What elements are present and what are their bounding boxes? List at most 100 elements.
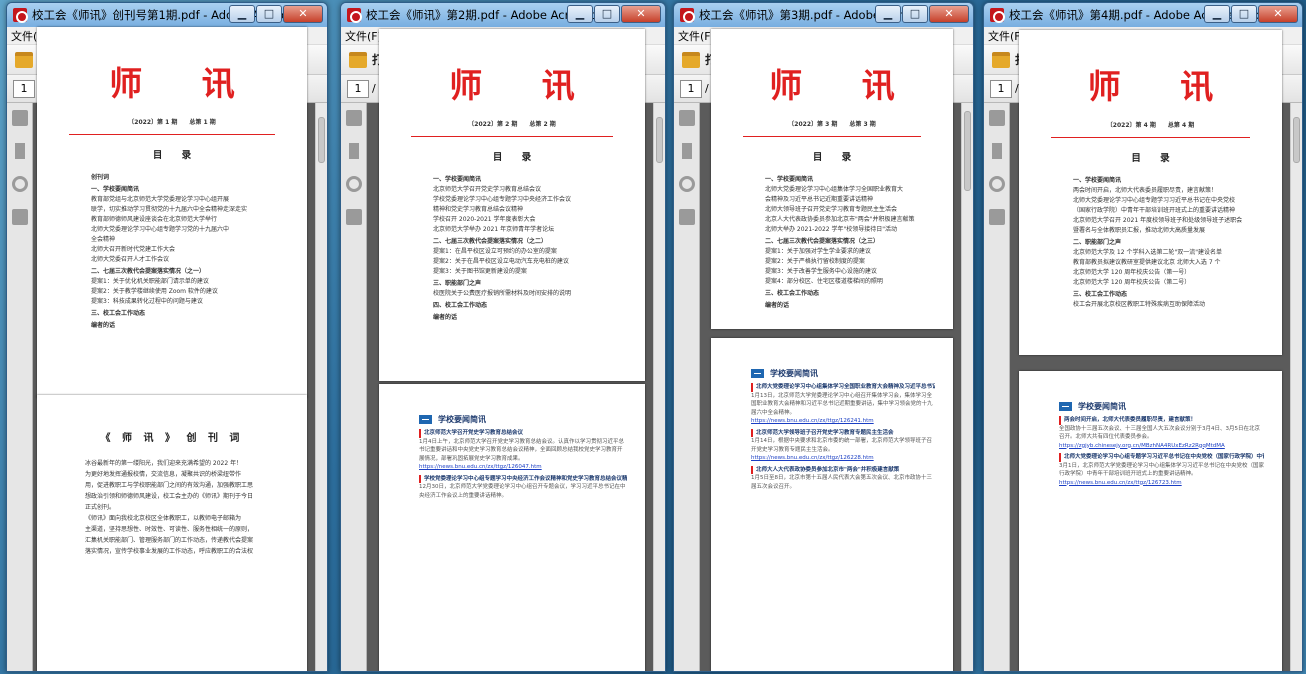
signature-icon[interactable] [678, 209, 695, 225]
news-link[interactable]: https://news.bnu.edu.cn/zx/ttgz/126047.h… [419, 463, 627, 472]
signature-icon[interactable] [988, 209, 1005, 225]
menu-item-0[interactable]: 文件(F) [678, 28, 715, 44]
toc-entry: 校工会开展北京校区教职工特殊疾病互助保障活动 [1073, 301, 1206, 308]
toc-entry: 编者的话 [91, 322, 116, 329]
toc-entry: 三、职能部门之声 [433, 280, 482, 287]
news-link[interactable]: https://zgjyb.chinesejy.org.cn/MBzhNA4RU… [1059, 442, 1264, 451]
toc-entry: 教育部党组与北京师范大学党委理论学习中心组开展 [91, 196, 230, 203]
scrollbar-thumb[interactable] [1293, 117, 1300, 163]
document-area[interactable]: 师 讯 〔2022〕第 1 期 总第 1 期 目 录 创刊词 一、学校要闻简讯 教育… [7, 27, 327, 671]
toc-entry: 三、校工会工作动态 [1073, 291, 1128, 298]
page-number-input[interactable]: 1 [13, 79, 35, 98]
document-area[interactable]: 师 讯 〔2022〕第 4 期 总第 4 期 目 录 一、学校要闻简讯 两会时间开… [984, 30, 1302, 671]
minimize-button[interactable]: ▁ [229, 5, 255, 23]
minimize-button[interactable]: ▁ [875, 5, 901, 23]
toc-entry: 会精神及习近平总书记近期重要讲话精神 [765, 196, 874, 203]
section-heading: 学校要闻简讯 [1059, 401, 1262, 412]
minimize-button[interactable]: ▁ [567, 5, 593, 23]
scrollbar-thumb[interactable] [318, 117, 325, 163]
toc-entry: 提案3：关于图书馆更新建设的提案 [433, 268, 527, 275]
window-controls: ▁ □ ✕ [228, 5, 323, 23]
acrobat-window-1[interactable]: 校工会《师讯》创刊号第1期.pdf - Adobe Acrobat P... ▁… [6, 2, 328, 672]
close-button[interactable]: ✕ [1258, 5, 1298, 23]
vertical-scrollbar[interactable] [315, 103, 327, 671]
close-button[interactable]: ✕ [929, 5, 969, 23]
title-bar[interactable]: 校工会《师讯》创刊号第1期.pdf - Adobe Acrobat P... ▁… [7, 3, 327, 27]
acrobat-window-4[interactable]: 校工会《师讯》第4期.pdf - Adobe Acrobat Pro ▁ □ ✕… [983, 2, 1303, 672]
pdf-page-1: 师 讯 〔2022〕第 3 期 总第 3 期 目 录 一、学校要闻简讯 北师大党委… [711, 29, 953, 329]
pdf-page-2: 学校要闻简讯 两会时间开启，北师大代表委员履职尽责，建言献策！ 全国政协十三届五次… [1019, 371, 1282, 671]
toc-entry: 全会精神 [91, 236, 116, 243]
toc-entry: 提案1：关于加强对学生学业要求的建议 [765, 248, 871, 255]
news-title: 学校党委理论学习中心组专题学习中央经济工作会议精神和党史学习教育总结会议精神 [419, 474, 627, 483]
red-divider [69, 134, 275, 135]
maximize-button[interactable]: □ [594, 5, 620, 23]
attachment-icon[interactable] [11, 176, 28, 192]
page-thumbnails-icon[interactable] [678, 110, 695, 126]
title-bar[interactable]: 校工会《师讯》第2期.pdf - Adobe Acrobat Pro ▁ □ ✕ [341, 3, 665, 27]
close-button[interactable]: ✕ [621, 5, 661, 23]
maximize-button[interactable]: □ [902, 5, 928, 23]
window-controls: ▁ □ ✕ [1203, 5, 1298, 23]
menu-item-0[interactable]: 文件(F) [345, 28, 382, 44]
toc-entry: 一、学校要闻简讯 [765, 176, 814, 183]
page-thumbnails-icon[interactable] [11, 110, 28, 126]
acrobat-window-3[interactable]: 校工会《师讯》第3期.pdf - Adobe Acrobat ... ▁ □ ✕… [673, 2, 974, 672]
news-body: 12月30日，北京师范大学党委理论学习中心组召开专题会议，学习习近平总书记在中央… [419, 484, 626, 499]
acrobat-window-2[interactable]: 校工会《师讯》第2期.pdf - Adobe Acrobat Pro ▁ □ ✕… [340, 2, 666, 672]
attachment-icon[interactable] [345, 176, 362, 192]
signature-icon[interactable] [11, 209, 28, 225]
news-link[interactable]: https://news.bnu.edu.cn/zx/ttgz/126228.h… [751, 454, 935, 463]
toc-entry: 北京人大代表政协委员参加北京市"两会"并积极建言献策 [765, 216, 915, 223]
page-number-input[interactable]: 1 [990, 79, 1012, 98]
title-bar[interactable]: 校工会《师讯》第3期.pdf - Adobe Acrobat ... ▁ □ ✕ [674, 3, 973, 27]
toc-entry: 提案1：关于优化机关职能部门请示单的建议 [91, 278, 209, 285]
masthead-title: 师 讯 [1087, 67, 1238, 106]
toc-entry: 提案2：关于严格执行留校制度的提案 [765, 258, 865, 265]
attachment-icon[interactable] [678, 176, 695, 192]
bookmark-icon[interactable] [348, 143, 359, 159]
bookmark-icon[interactable] [681, 143, 692, 159]
title-bar[interactable]: 校工会《师讯》第4期.pdf - Adobe Acrobat Pro ▁ □ ✕ [984, 3, 1302, 27]
masthead-title: 师 讯 [769, 66, 919, 105]
close-button[interactable]: ✕ [283, 5, 323, 23]
toc-entry: 北师大党委理论学习中心组专题学习党的十九届六中 [91, 226, 230, 233]
document-area[interactable]: 师 讯 〔2022〕第 2 期 总第 2 期 目 录 一、学校要闻简讯 北京师范大… [341, 29, 665, 671]
toc-entry: 教育部教员拟建议教研室提供建议北京 北师大入选 7 个 [1073, 259, 1221, 266]
masthead-title: 师 讯 [109, 64, 259, 103]
document-area[interactable]: 师 讯 〔2022〕第 3 期 总第 3 期 目 录 一、学校要闻简讯 北师大党委… [674, 29, 973, 671]
scrollbar-thumb[interactable] [964, 111, 971, 191]
toc-entry: 一、学校要闻简讯 [433, 176, 482, 183]
folder-icon [349, 51, 367, 68]
news-title: 北京师范大学召开党史学习教育总结会议 [419, 429, 627, 438]
vertical-scrollbar[interactable] [961, 103, 973, 671]
toc-list: 创刊词 一、学校要闻简讯 教育部党组与北京师范大学党委理论学习中心组开展 联学，切实推… [91, 173, 287, 331]
news-title: 北师大党委理论学习中心组集体学习全国职业教育大会精神及习近平总书记近期重要讲话精… [751, 383, 935, 392]
news-link[interactable]: https://news.bnu.edu.cn/zx/ttgz/126723.h… [1059, 479, 1264, 488]
pdf-page-2: 学校要闻简讯 北师大党委理论学习中心组集体学习全国职业教育大会精神及习近平总书记… [711, 338, 953, 671]
minimize-button[interactable]: ▁ [1204, 5, 1230, 23]
page-thumbnails-icon[interactable] [988, 110, 1005, 126]
vertical-scrollbar[interactable] [653, 103, 665, 671]
scrollbar-thumb[interactable] [656, 117, 663, 163]
toc-entry: 精神和党史学习教育总结会议精神 [433, 206, 524, 213]
bookmark-icon[interactable] [991, 143, 1002, 159]
left-navigation-panel [341, 103, 367, 671]
maximize-button[interactable]: □ [256, 5, 282, 23]
page-number-input[interactable]: 1 [680, 79, 702, 98]
toc-list: 一、学校要闻简讯 北师大党委理论学习中心组集体学习全国职业教育大 会精神及习近平总书… [765, 175, 933, 311]
vertical-scrollbar[interactable] [1290, 103, 1302, 671]
signature-icon[interactable] [345, 209, 362, 225]
page-number-input[interactable]: 1 [347, 79, 369, 98]
maximize-button[interactable]: □ [1231, 5, 1257, 23]
pdf-page-2: 《 师 讯 》 创 刊 词 冰谷最新年的第一缕阳光，我们迎来充满希望的 2022… [37, 395, 307, 671]
window-controls: ▁ □ ✕ [874, 5, 969, 23]
left-navigation-panel [674, 103, 700, 671]
news-link[interactable]: https://news.bnu.edu.cn/zx/ttgz/126241.h… [751, 417, 935, 426]
issue-number: 〔2022〕第 2 期 总第 2 期 [468, 121, 556, 128]
toc-entry: 北京师范大学召开 2021 年度校领导班子和处级领导班子述职会 [1073, 217, 1243, 224]
attachment-icon[interactable] [988, 176, 1005, 192]
page-thumbnails-icon[interactable] [345, 110, 362, 126]
toc-title: 目 录 [152, 150, 200, 161]
bookmark-icon[interactable] [14, 143, 25, 159]
